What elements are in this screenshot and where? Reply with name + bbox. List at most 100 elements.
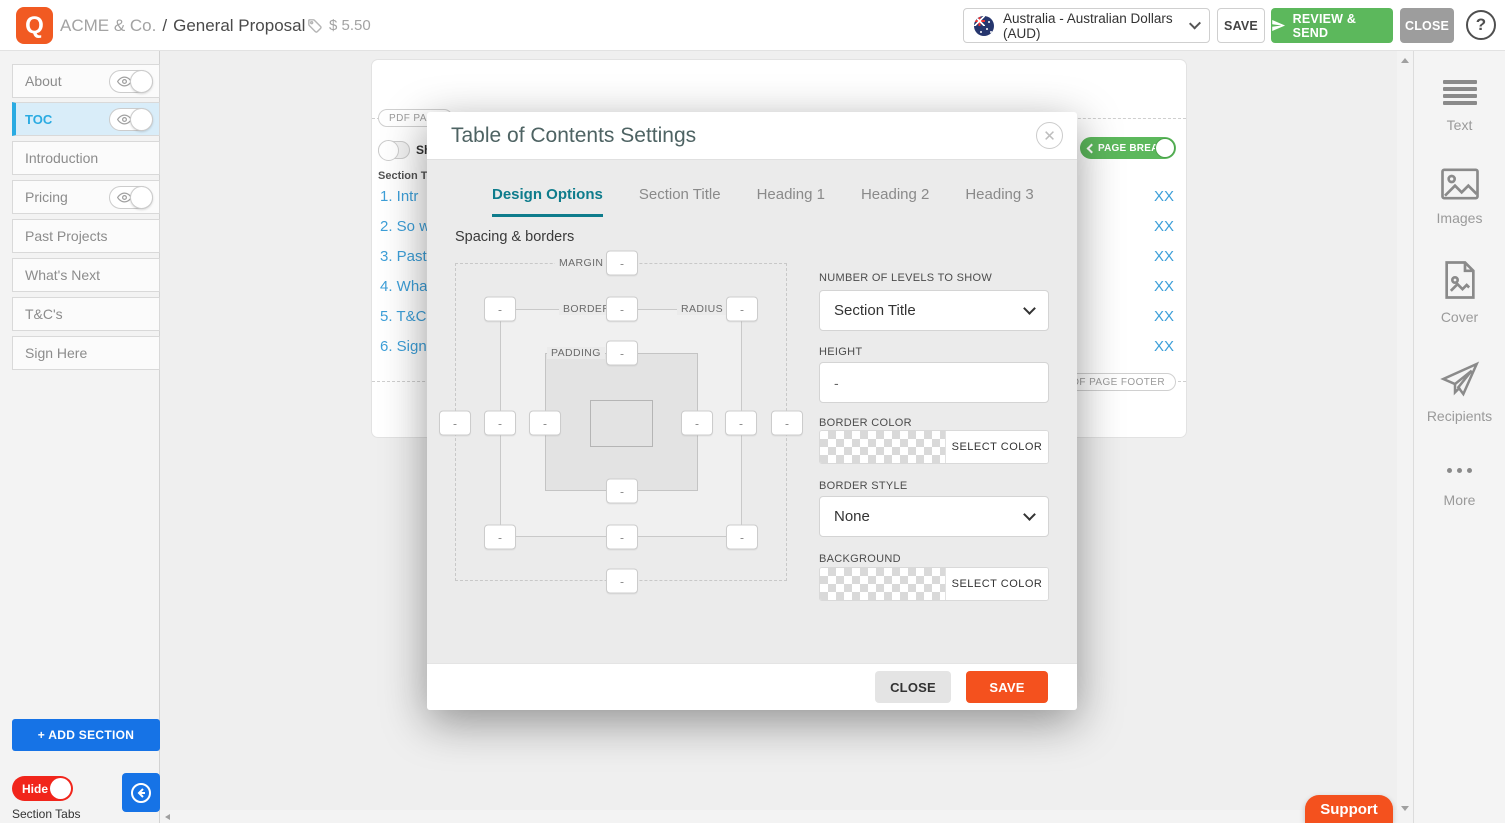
sidebar-item-tcs[interactable]: T&C's	[12, 297, 160, 331]
margin-left-input[interactable]: -	[439, 411, 471, 436]
help-button[interactable]: ?	[1466, 10, 1496, 40]
horizontal-scrollbar[interactable]	[160, 810, 1397, 823]
margin-bottom-input[interactable]: -	[606, 569, 638, 594]
background-select-button[interactable]: SELECT COLOR	[945, 568, 1048, 600]
scroll-left-arrow[interactable]	[165, 814, 170, 820]
scroll-up-arrow[interactable]	[1401, 58, 1409, 63]
modal-close-footer-button[interactable]: CLOSE	[875, 671, 951, 703]
company-name: ACME & Co.	[60, 16, 156, 36]
page-break-toggle[interactable]: PAGE BREAK	[1080, 137, 1176, 159]
show-toggle[interactable]	[378, 141, 410, 159]
tool-more[interactable]: More	[1414, 446, 1505, 530]
border-right-input[interactable]: -	[725, 411, 757, 436]
tab-design-options[interactable]: Design Options	[492, 186, 603, 217]
close-document-button[interactable]: CLOSE	[1400, 8, 1454, 43]
price-tag: $ 5.50	[306, 0, 371, 51]
sidebar-item-sign-here[interactable]: Sign Here	[12, 336, 160, 370]
visibility-toggle-toc[interactable]	[109, 108, 153, 131]
page-number-4: XX	[1154, 278, 1174, 295]
toc-entry-5[interactable]: 5. T&C	[380, 308, 426, 325]
toc-entry-4[interactable]: 4. Wha	[380, 278, 428, 295]
document-title[interactable]: General Proposal	[173, 16, 305, 36]
page-number-6: XX	[1154, 338, 1174, 355]
text-lines-icon	[1443, 77, 1477, 108]
tool-images[interactable]: Images	[1414, 155, 1505, 248]
tab-heading-2[interactable]: Heading 2	[861, 186, 929, 217]
top-bar: Q ACME & Co. / General Proposal $ 5.50 A…	[0, 0, 1505, 51]
page-number-2: XX	[1154, 218, 1174, 235]
border-color-label: BORDER COLOR	[819, 417, 912, 429]
tool-text[interactable]: Text	[1414, 65, 1505, 155]
chevron-down-icon	[1189, 18, 1201, 30]
currency-dropdown[interactable]: Australia - Australian Dollars (AUD)	[963, 8, 1210, 43]
section-title-label: Section T	[378, 170, 428, 182]
chevron-down-icon	[1023, 302, 1036, 315]
border-style-select[interactable]: None	[819, 496, 1049, 537]
modal-title: Table of Contents Settings	[451, 124, 696, 148]
currency-label: Australia - Australian Dollars (AUD)	[1003, 11, 1182, 41]
add-section-button[interactable]: + ADD SECTION	[12, 719, 160, 751]
ellipsis-icon	[1447, 458, 1472, 483]
border-color-swatch[interactable]	[820, 431, 945, 463]
content-rect	[590, 400, 653, 447]
spacing-borders-label: Spacing & borders	[455, 229, 574, 245]
sidebar-item-past-projects[interactable]: Past Projects	[12, 219, 160, 253]
height-input[interactable]: -	[819, 362, 1049, 403]
vertical-scrollbar[interactable]	[1397, 51, 1413, 823]
sidebar-item-about[interactable]: About	[12, 64, 160, 98]
tools-sidebar: Text Images Cover Recipients More	[1413, 51, 1505, 823]
visibility-toggle-pricing[interactable]	[109, 186, 153, 209]
toggle-knob	[130, 108, 153, 131]
tab-heading-1[interactable]: Heading 1	[757, 186, 825, 217]
toc-entry-1[interactable]: 1. Intr	[380, 188, 418, 205]
radius-top-right-input[interactable]: -	[726, 297, 758, 322]
border-top-input[interactable]: -	[606, 297, 638, 322]
border-color-select-button[interactable]: SELECT COLOR	[945, 431, 1048, 463]
modal-save-button[interactable]: SAVE	[966, 671, 1048, 703]
tool-cover[interactable]: Cover	[1414, 248, 1505, 347]
padding-top-input[interactable]: -	[606, 341, 638, 366]
breadcrumb: ACME & Co. / General Proposal	[60, 0, 305, 51]
scroll-down-arrow[interactable]	[1401, 806, 1409, 811]
sidebar-item-whats-next[interactable]: What's Next	[12, 258, 160, 292]
chevron-down-icon	[1023, 508, 1036, 521]
save-button[interactable]: SAVE	[1217, 8, 1265, 43]
hide-section-tabs-toggle[interactable]: Hide	[12, 776, 73, 801]
toc-entry-6[interactable]: 6. Sign	[380, 338, 427, 355]
support-button[interactable]: Support	[1305, 795, 1393, 823]
sidebar-item-introduction[interactable]: Introduction	[12, 141, 160, 175]
margin-right-input[interactable]: -	[771, 411, 803, 436]
border-left-input[interactable]: -	[484, 411, 516, 436]
border-bottom-input[interactable]: -	[606, 525, 638, 550]
modal-close-button[interactable]: ✕	[1036, 122, 1063, 149]
radius-label: RADIUS	[677, 303, 727, 315]
section-tabs-label: Section Tabs	[12, 807, 81, 821]
tab-section-title[interactable]: Section Title	[639, 186, 721, 217]
padding-bottom-input[interactable]: -	[606, 479, 638, 504]
border-style-label: BORDER STYLE	[819, 480, 908, 492]
margin-top-input[interactable]: -	[606, 251, 638, 276]
padding-right-input[interactable]: -	[681, 411, 713, 436]
radius-top-left-input[interactable]: -	[484, 297, 516, 322]
levels-select[interactable]: Section Title	[819, 290, 1049, 331]
visibility-toggle-about[interactable]	[109, 70, 153, 93]
background-label: BACKGROUND	[819, 553, 901, 565]
radius-bottom-right-input[interactable]: -	[726, 525, 758, 550]
sidebar-item-pricing[interactable]: Pricing	[12, 180, 160, 214]
review-send-button[interactable]: REVIEW & SEND	[1271, 8, 1393, 43]
logo-letter: Q	[25, 12, 44, 40]
app-logo[interactable]: Q	[16, 7, 53, 44]
tab-heading-3[interactable]: Heading 3	[965, 186, 1033, 217]
collapse-sidebar-button[interactable]	[122, 773, 160, 812]
toc-entry-3[interactable]: 3. Past	[380, 248, 427, 265]
tool-recipients[interactable]: Recipients	[1414, 347, 1505, 446]
border-color-row: SELECT COLOR	[819, 430, 1049, 464]
background-color-swatch[interactable]	[820, 568, 945, 600]
image-icon	[1440, 167, 1480, 201]
padding-left-input[interactable]: -	[529, 411, 561, 436]
levels-label: NUMBER OF LEVELS TO SHOW	[819, 272, 992, 284]
toggle-knob	[1155, 138, 1175, 158]
toc-entry-2[interactable]: 2. So w	[380, 218, 430, 235]
sidebar-item-toc[interactable]: TOC	[12, 102, 160, 136]
radius-bottom-left-input[interactable]: -	[484, 525, 516, 550]
